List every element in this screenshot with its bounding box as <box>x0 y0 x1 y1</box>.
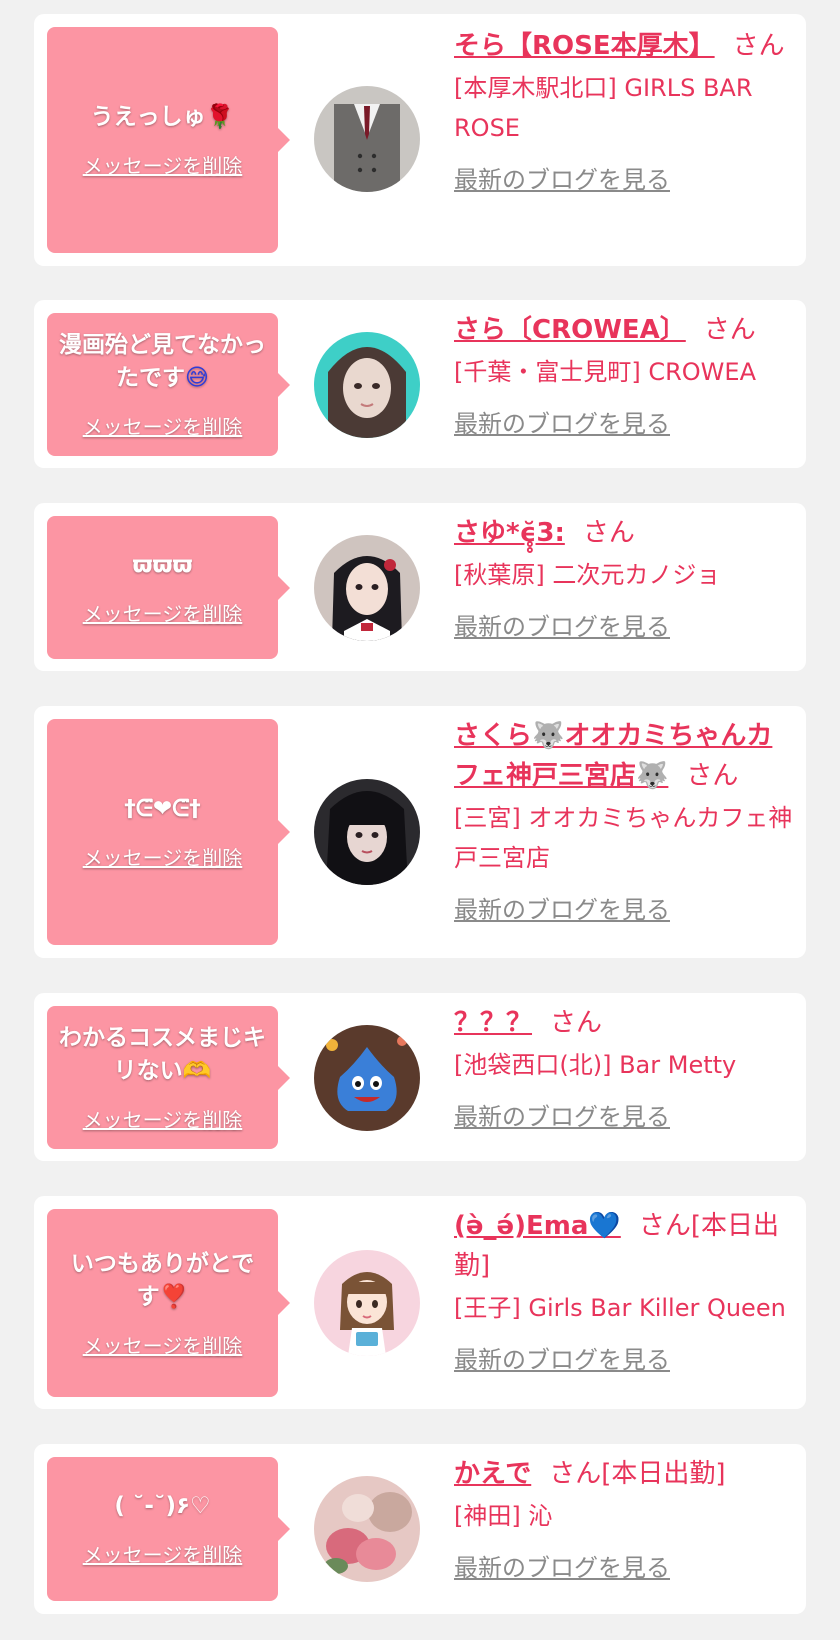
latest-blog-link[interactable]: 最新のブログを見る <box>454 890 670 925</box>
cast-info: (ə̀_ə́)Ema💙 さん[本日出勤] [王子] Girls Bar Kille… <box>454 1206 794 1375</box>
latest-blog-link[interactable]: 最新のブログを見る <box>454 607 670 642</box>
message-card: †ᕮ̈❤ᕮ̈† メッセージを削除 さくら🐺オオカミちゃんカフェ神戸三宮店🐺 さん … <box>34 706 806 958</box>
message-text: ϖϖϖ <box>132 551 193 578</box>
delete-message-link[interactable]: メッセージを削除 <box>83 150 243 179</box>
delete-message-link[interactable]: メッセージを削除 <box>83 1539 243 1568</box>
heart-exclamation-emoji: ❣️ <box>159 1283 189 1310</box>
cast-name-link[interactable]: ？？？ <box>454 1008 532 1038</box>
shop-name: [神田] 沁 <box>454 1502 553 1530</box>
message-card: ( ˘-˘)۶♡ メッセージを削除 かえで さん[本日出勤] [神田] 沁 最新の… <box>34 1444 806 1614</box>
avatar[interactable] <box>314 86 420 192</box>
message-card: わかるコスメまじキリない🫶 メッセージを削除 ？？？ さん [池袋西口(北)] B… <box>34 993 806 1161</box>
message-text: †ᕮ̈❤ᕮ̈† <box>124 796 201 822</box>
cast-name-link[interactable]: さら〔CROWEA〕 <box>454 315 686 345</box>
name-suffix: [本日出勤] <box>601 1459 726 1489</box>
cast-info: そら【ROSE本厚木】 さん [本厚木駅北口] GIRLS BAR ROSE 最新… <box>454 26 794 195</box>
shop-name: [秋葉原] 二次元カノジョ <box>454 561 721 589</box>
cast-info: さくら🐺オオカミちゃんカフェ神戸三宮店🐺 さん [三宮] オオカミちゃんカフェ神戸… <box>454 716 794 925</box>
latest-blog-link[interactable]: 最新のブログを見る <box>454 404 670 439</box>
message-text: いつもありがとです❣️ <box>70 1250 255 1310</box>
delete-message-link[interactable]: メッセージを削除 <box>83 1330 243 1359</box>
message-card: うえっしゅ🌹 メッセージを削除 そら【ROSE本厚木】 さん [本厚木駅北口] G… <box>34 14 806 266</box>
shop-name: [王子] Girls Bar Killer Queen <box>454 1294 786 1322</box>
heart-hands-emoji: 🫶 <box>182 1058 212 1084</box>
honorific: さん <box>582 518 635 548</box>
latest-blog-link[interactable]: 最新のブログを見る <box>454 1548 670 1583</box>
cast-info: さら〔CROWEA〕 さん [千葉・富士見町] CROWEA 最新のブログを見る <box>454 310 794 439</box>
cast-info: かえで さん[本日出勤] [神田] 沁 最新のブログを見る <box>454 1454 794 1583</box>
honorific: さん <box>638 1211 691 1241</box>
avatar[interactable] <box>314 332 420 438</box>
shop-name: [池袋西口(北)] Bar Metty <box>454 1051 737 1079</box>
avatar[interactable] <box>314 1025 420 1131</box>
message-bubble: ( ˘-˘)۶♡ メッセージを削除 <box>47 1457 290 1601</box>
delete-message-link[interactable]: メッセージを削除 <box>83 411 243 440</box>
shop-name: [千葉・富士見町] CROWEA <box>454 358 756 386</box>
delete-message-link[interactable]: メッセージを削除 <box>83 842 243 871</box>
honorific: さん <box>686 761 739 791</box>
sweat-smile-emoji: 😅 <box>185 365 209 391</box>
message-list: うえっしゅ🌹 メッセージを削除 そら【ROSE本厚木】 さん [本厚木駅北口] G… <box>0 0 840 1640</box>
avatar[interactable] <box>314 1476 420 1582</box>
cast-name-link[interactable]: さゆ*ϵ̥̥̆3: <box>454 518 565 548</box>
message-text: 漫画殆ど見てなかったです😅 <box>59 332 266 391</box>
shop-name: [本厚木駅北口] GIRLS BAR ROSE <box>454 74 753 142</box>
honorific: さん <box>549 1459 602 1489</box>
message-bubble: ϖϖϖ メッセージを削除 <box>47 516 290 659</box>
honorific: さん <box>550 1008 603 1038</box>
message-card: 漫画殆ど見てなかったです😅 メッセージを削除 さら〔CROWEA〕 さん [千葉・… <box>34 300 806 468</box>
rose-emoji: 🌹 <box>205 104 235 130</box>
message-text: わかるコスメまじキリない🫶 <box>59 1025 266 1084</box>
cast-name-link[interactable]: そら【ROSE本厚木】 <box>454 31 715 61</box>
message-bubble: わかるコスメまじキリない🫶 メッセージを削除 <box>47 1006 290 1149</box>
honorific: さん <box>732 31 785 61</box>
message-text: ( ˘-˘)۶♡ <box>114 1493 211 1519</box>
cast-info: さゆ*ϵ̥̥̆3: さん [秋葉原] 二次元カノジョ 最新のブログを見る <box>454 513 794 642</box>
latest-blog-link[interactable]: 最新のブログを見る <box>454 1340 670 1375</box>
delete-message-link[interactable]: メッセージを削除 <box>83 598 243 627</box>
message-card: いつもありがとです❣️ メッセージを削除 (ə̀_ə́)Ema💙 さん[本日出勤]… <box>34 1196 806 1409</box>
message-bubble: 漫画殆ど見てなかったです😅 メッセージを削除 <box>47 313 290 456</box>
message-card: ϖϖϖ メッセージを削除 さゆ*ϵ̥̥̆3: さん [秋葉原] 二次元カノジョ 最… <box>34 503 806 671</box>
cast-name-link[interactable]: (ə̀_ə́)Ema💙 <box>454 1211 621 1241</box>
delete-message-link[interactable]: メッセージを削除 <box>83 1104 243 1133</box>
latest-blog-link[interactable]: 最新のブログを見る <box>454 1097 670 1132</box>
message-text: うえっしゅ🌹 <box>90 104 235 130</box>
avatar[interactable] <box>314 535 420 641</box>
shop-name: [三宮] オオカミちゃんカフェ神戸三宮店 <box>454 804 793 872</box>
message-bubble: いつもありがとです❣️ メッセージを削除 <box>47 1209 290 1397</box>
message-bubble: うえっしゅ🌹 メッセージを削除 <box>47 27 290 253</box>
cast-info: ？？？ さん [池袋西口(北)] Bar Metty 最新のブログを見る <box>454 1003 794 1132</box>
avatar[interactable] <box>314 779 420 885</box>
message-bubble: †ᕮ̈❤ᕮ̈† メッセージを削除 <box>47 719 290 945</box>
avatar[interactable] <box>314 1250 420 1356</box>
honorific: さん <box>703 315 756 345</box>
cast-name-link[interactable]: かえで <box>454 1459 531 1489</box>
latest-blog-link[interactable]: 最新のブログを見る <box>454 160 670 195</box>
